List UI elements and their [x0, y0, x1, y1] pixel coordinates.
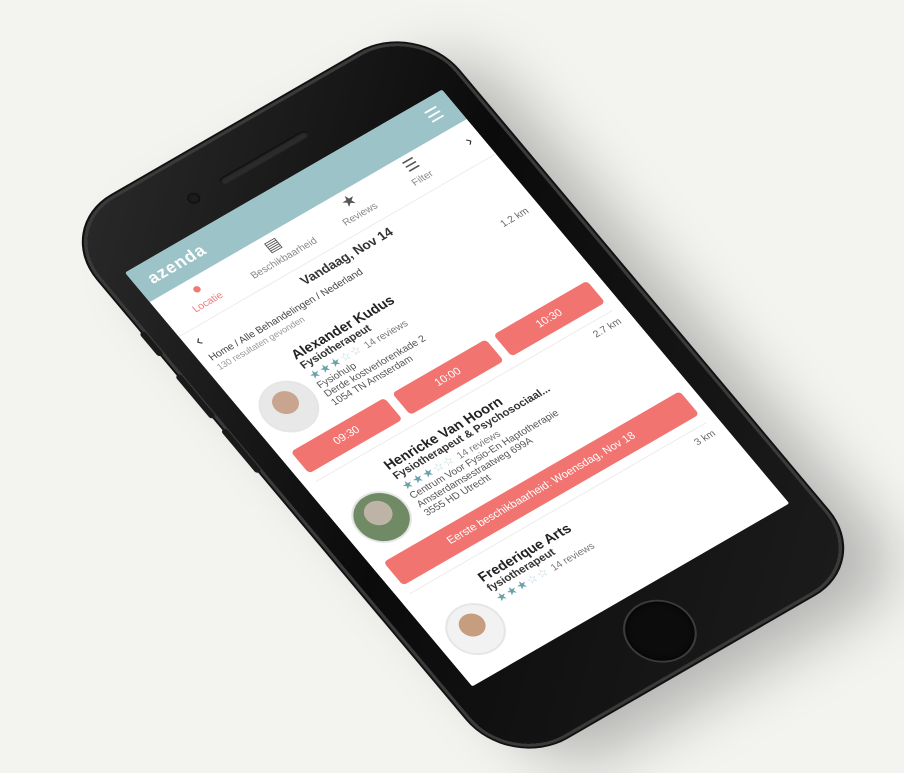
home-button [611, 590, 709, 673]
volume-up-button [174, 373, 217, 420]
volume-down-button [220, 427, 262, 474]
chevron-left-icon[interactable]: ‹ [188, 329, 211, 353]
avatar [433, 593, 519, 665]
stage: azenda ☰ ● Locatie ▤ Beschikbaarheid ★ R… [0, 0, 904, 773]
distance: 1.2 km [498, 206, 532, 230]
phone-device: azenda ☰ ● Locatie ▤ Beschikbaarheid ★ R… [60, 24, 866, 766]
distance: 3 km [692, 428, 719, 448]
mute-switch [139, 330, 164, 358]
hamburger-icon[interactable]: ☰ [421, 103, 449, 127]
chevron-right-icon[interactable]: › [461, 133, 477, 150]
front-camera [184, 190, 203, 206]
